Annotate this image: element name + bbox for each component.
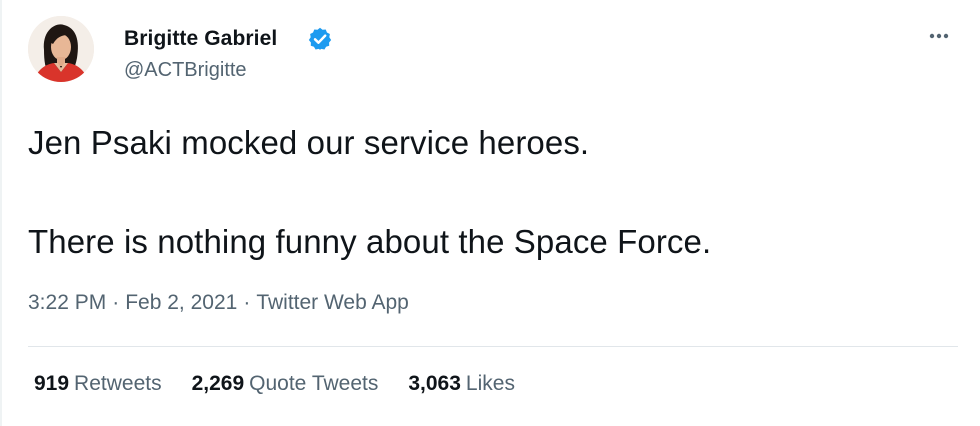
tweet-date[interactable]: Feb 2, 2021	[125, 291, 237, 314]
tweet-source[interactable]: Twitter Web App	[256, 291, 409, 314]
author-handle[interactable]: @ACTBrigitte	[124, 59, 247, 82]
likes-count: 3,063	[408, 372, 461, 395]
meta-separator: ·	[243, 291, 251, 314]
more-options-icon[interactable]	[922, 22, 956, 50]
tweet-text-line: There is nothing funny about the Space F…	[28, 223, 712, 260]
meta-separator: ·	[112, 291, 120, 314]
verified-badge-icon	[307, 26, 333, 52]
left-border	[0, 0, 2, 426]
divider	[28, 346, 958, 347]
tweet-time[interactable]: 3:22 PM	[28, 291, 106, 314]
quote-tweets-count: 2,269	[191, 372, 245, 395]
tweet-text-line: Jen Psaki mocked our service heroes.	[28, 124, 590, 161]
quote-tweets-stat[interactable]: 2,269 Quote Tweets	[192, 372, 379, 396]
avatar[interactable]	[28, 16, 94, 82]
quote-tweets-label: Quote Tweets	[249, 372, 379, 395]
tweet-meta: 3:22 PM · Feb 2, 2021 · Twitter Web App	[28, 291, 409, 315]
likes-stat[interactable]: 3,063 Likes	[408, 372, 515, 396]
tweet-card: Brigitte Gabriel @ACTBrigitte Jen Psaki …	[0, 0, 980, 426]
engagement-stats: 919 Retweets 2,269 Quote Tweets 3,063 Likes	[34, 372, 545, 396]
author-display-name[interactable]: Brigitte Gabriel	[124, 27, 277, 51]
retweets-count: 919	[34, 372, 70, 395]
retweets-stat[interactable]: 919 Retweets	[34, 372, 162, 396]
likes-label: Likes	[465, 372, 515, 395]
retweets-label: Retweets	[74, 372, 162, 395]
